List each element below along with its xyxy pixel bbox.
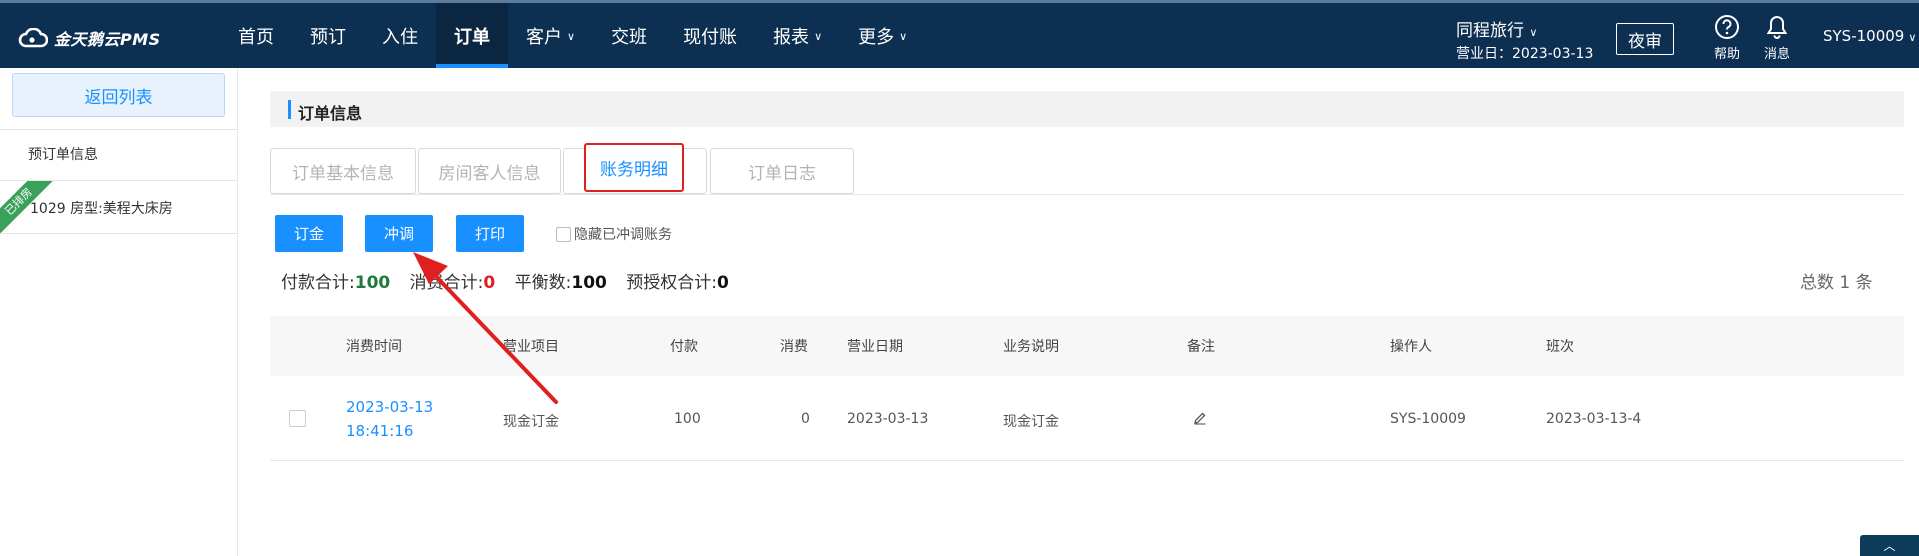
remark-edit-button[interactable] [1193,411,1207,429]
chevron-down-icon: ∨ [814,30,823,43]
nav-shift-handover[interactable]: 交班 [593,3,665,68]
consume-total-value: 0 [483,273,496,293]
table-row[interactable]: 2023-03-13 18:41:16 现金订金 100 0 2023-03-1… [270,377,1904,461]
column-header: 班次 [1546,339,1574,355]
nav-cash-account[interactable]: 现付账 [665,3,755,68]
back-to-list-button[interactable]: 返回列表 [12,73,225,117]
column-header: 营业项目 [503,339,559,355]
nav-orders[interactable]: 订单 [436,3,508,68]
row-checkbox[interactable] [289,410,306,427]
tabs-underline [270,194,1904,195]
print-button[interactable]: 打印 [456,215,524,252]
nav-checkin[interactable]: 入住 [364,3,436,68]
column-header: 营业日期 [847,339,903,355]
totals-summary: 付款合计:100 消费合计:0 平衡数:100 预授权合计:0 [281,268,743,293]
divider [0,129,238,130]
cloud-logo-icon [18,28,48,48]
nav-label: 交班 [611,26,648,48]
bell-icon [1766,15,1788,39]
business-date-label: 营业日： [1456,46,1512,62]
nav-reservation[interactable]: 预订 [292,3,364,68]
business-date-value: 2023-03-13 [1512,46,1594,62]
balance-value: 100 [571,273,607,293]
brand-logo[interactable]: 金天鹅云PMS [18,27,161,49]
help-label: 帮助 [1713,47,1740,62]
room-info: 1029 房型:美程大床房 [30,201,173,217]
chevron-up-icon: ︿ [1883,539,1896,553]
nav-reports[interactable]: 报表 ∨ [755,3,840,68]
cell-shift: 2023-03-13-4 [1546,411,1642,427]
balance-label: 平衡数: [514,273,572,293]
divider [0,233,238,234]
consume-time-link[interactable]: 2023-03-13 18:41:16 [346,395,433,443]
record-count: 总数 1 条 [1800,273,1873,293]
tab-order-log[interactable]: 订单日志 [710,148,854,194]
cell-payment: 100 [674,411,701,427]
room-list-item[interactable]: 已排房 1029 房型:美程大床房 [0,181,238,233]
help-button[interactable]: 帮助 [1707,14,1747,62]
section-accent-bar [288,100,291,119]
preauth-total-value: 0 [717,273,729,293]
reservation-info-label: 预订单信息 [28,147,98,163]
column-header: 备注 [1187,339,1215,355]
consume-total-label: 消费合计: [409,273,484,293]
section-header: 订单信息 [270,91,1904,127]
deposit-button[interactable]: 订金 [275,215,343,252]
nav-more[interactable]: 更多 ∨ [840,3,925,68]
checkbox[interactable] [556,226,571,242]
consume-date: 2023-03-13 [346,398,434,416]
nav-label: 预订 [310,26,346,48]
tab-order-basic-info[interactable]: 订单基本信息 [270,148,416,194]
reverse-adjust-button[interactable]: 冲调 [365,215,433,252]
preauth-total-label: 预授权合计: [626,273,717,293]
column-header: 业务说明 [1003,339,1059,355]
column-header: 消费 [780,339,808,355]
help-icon [1715,15,1739,39]
cell-business-date: 2023-03-13 [847,411,929,427]
table-header: 消费时间 营业项目 付款 消费 营业日期 业务说明 备注 操作人 班次 [270,316,1904,376]
section-title: 订单信息 [298,104,363,123]
expand-up-button[interactable]: ︿ [1860,535,1919,556]
column-header: 操作人 [1390,339,1432,355]
chevron-down-icon: ∨ [1908,31,1917,44]
hotel-selector[interactable]: 同程旅行 ∨ [1456,16,1537,41]
cell-consume: 0 [801,411,810,427]
nav-label: 订单 [454,26,490,48]
nav-label: 入住 [382,26,418,48]
chevron-down-icon: ∨ [567,30,576,43]
messages-button[interactable]: 消息 [1757,14,1797,62]
hotel-name: 同程旅行 [1456,21,1524,41]
payment-total-label: 付款合计: [281,273,355,293]
brand-name: 金天鹅云PMS [54,30,161,49]
night-audit-button[interactable]: 夜审 [1616,23,1674,55]
top-navbar: 金天鹅云PMS 首页 预订 入住 订单 客户 ∨ 交班 现付账 报表 ∨ 更多 ∨ 同… [0,0,1919,68]
checkbox-label: 隐藏已冲调账务 [574,227,672,243]
user-menu[interactable]: SYS-10009 ∨ [1823,27,1916,45]
business-date: 营业日：2023-03-13 [1456,43,1593,63]
column-header: 付款 [670,339,698,355]
tab-account-details[interactable]: 账务明细 [584,143,684,192]
nav-customers[interactable]: 客户 ∨ [508,3,593,68]
nav-label: 现付账 [683,26,738,48]
user-name: SYS-10009 [1823,27,1905,45]
hide-reversed-checkbox[interactable]: 隐藏已冲调账务 [556,224,672,244]
nav-label: 报表 [773,26,810,48]
chevron-down-icon: ∨ [899,30,908,43]
payment-total-value: 100 [354,273,391,293]
tab-room-guest-info[interactable]: 房间客人信息 [418,148,561,194]
left-sidebar: 返回列表 预订单信息 已排房 1029 房型:美程大床房 [0,68,238,556]
nav-label: 客户 [526,26,562,48]
cell-description: 现金订金 [1003,414,1059,430]
pencil-edit-icon [1194,412,1206,425]
messages-label: 消息 [1763,47,1790,62]
nav-label: 首页 [238,26,274,48]
consume-clock: 18:41:16 [346,422,414,440]
cell-business-item: 现金订金 [503,414,559,430]
main-nav: 首页 预订 入住 订单 客户 ∨ 交班 现付账 报表 ∨ 更多 ∨ [220,3,925,68]
nav-label: 更多 [858,26,895,48]
cell-operator: SYS-10009 [1390,411,1466,427]
column-header: 消费时间 [346,339,402,355]
nav-home[interactable]: 首页 [220,3,292,68]
chevron-down-icon: ∨ [1529,26,1538,39]
